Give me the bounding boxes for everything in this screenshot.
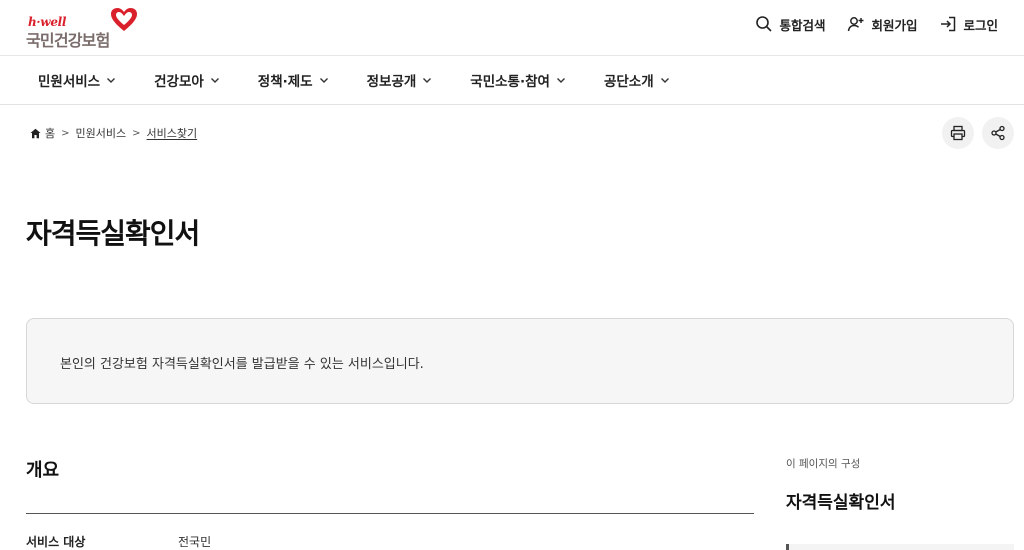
page-contents-title: 자격득실확인서 bbox=[786, 493, 896, 513]
login-icon bbox=[941, 16, 956, 32]
breadcrumb: 홈 > 민원서비스 > 서비스찾기 bbox=[30, 124, 197, 142]
chevron-down-icon bbox=[423, 78, 432, 83]
print-icon bbox=[950, 125, 966, 141]
nav-item-label: 정책·제도 bbox=[257, 74, 313, 90]
breadcrumb-current[interactable]: 서비스찾기 bbox=[147, 125, 198, 141]
print-button[interactable] bbox=[942, 117, 974, 149]
signup-label: 회원가입 bbox=[871, 17, 918, 33]
service-target-label: 서비스 대상 bbox=[26, 535, 86, 549]
chevron-down-icon bbox=[660, 78, 669, 83]
page-contents-label: 이 페이지의 구성 bbox=[786, 458, 861, 470]
logo-org-name: 국민건강보험 bbox=[26, 31, 110, 50]
search-button[interactable]: 통합검색 bbox=[755, 12, 825, 36]
overview-heading: 개요 bbox=[26, 460, 60, 481]
chevron-down-icon bbox=[107, 78, 116, 83]
breadcrumb-separator: > bbox=[132, 127, 141, 139]
user-plus-icon bbox=[848, 17, 864, 32]
service-description-box: 본인의 건강보험 자격득실확인서를 발급받을 수 있는 서비스입니다. bbox=[26, 318, 1014, 404]
share-button[interactable] bbox=[982, 117, 1014, 149]
search-label: 통합검색 bbox=[779, 17, 826, 33]
utility-menu: 통합검색 회원가입 로그인 bbox=[755, 12, 998, 36]
login-label: 로그인 bbox=[963, 17, 998, 33]
share-icon bbox=[991, 125, 1005, 141]
home-icon bbox=[30, 128, 41, 138]
breadcrumb-home-label: 홈 bbox=[45, 127, 56, 140]
overview-divider bbox=[26, 513, 754, 514]
chevron-down-icon bbox=[319, 78, 328, 83]
nav-item-label: 정보공개 bbox=[366, 74, 417, 90]
nav-item-about[interactable]: 공단소개 bbox=[604, 56, 670, 104]
breadcrumb-separator: > bbox=[61, 127, 70, 139]
site-header: h·well 국민건강보험 통합검색 회원가입 로그인 bbox=[0, 0, 1024, 56]
chevron-down-icon bbox=[210, 78, 219, 83]
nav-item-policy[interactable]: 정책·제도 bbox=[258, 56, 329, 104]
page-title: 자격득실확인서 bbox=[26, 217, 200, 250]
service-description: 본인의 건강보험 자격득실확인서를 발급받을 수 있는 서비스입니다. bbox=[60, 357, 424, 372]
service-target-value: 전국민 bbox=[178, 535, 212, 549]
main-navigation: 민원서비스 건강모아 정책·제도 정보공개 국민소통·참여 공단소개 bbox=[0, 56, 1024, 105]
nav-item-civil-service[interactable]: 민원서비스 bbox=[38, 56, 116, 104]
nhis-logo[interactable]: h·well 국민건강보험 bbox=[26, 7, 138, 50]
search-icon bbox=[756, 16, 773, 32]
nav-item-label: 민원서비스 bbox=[38, 74, 101, 90]
chevron-down-icon bbox=[556, 78, 565, 83]
page-contents-list bbox=[786, 544, 1014, 550]
nav-item-health[interactable]: 건강모아 bbox=[154, 56, 220, 104]
breadcrumb-level1[interactable]: 민원서비스 bbox=[76, 125, 127, 141]
nav-item-disclosure[interactable]: 정보공개 bbox=[367, 56, 433, 104]
nav-item-label: 건강모아 bbox=[154, 74, 204, 90]
nav-item-participation[interactable]: 국민소통·참여 bbox=[470, 56, 566, 104]
logo-heart-icon bbox=[111, 8, 137, 31]
breadcrumb-home[interactable]: 홈 bbox=[30, 125, 55, 141]
signup-button[interactable]: 회원가입 bbox=[847, 12, 917, 36]
login-button[interactable]: 로그인 bbox=[939, 12, 998, 36]
nav-item-label: 국민소통·참여 bbox=[470, 74, 550, 90]
nav-item-label: 공단소개 bbox=[603, 74, 654, 90]
